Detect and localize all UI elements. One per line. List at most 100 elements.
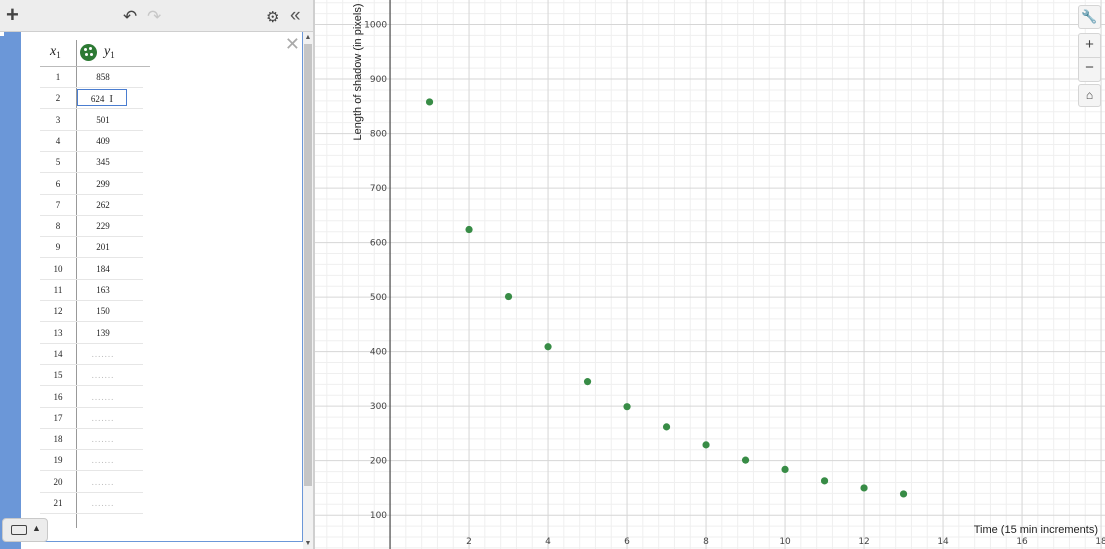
y-cell[interactable]: .......: [77, 477, 129, 487]
x-cell[interactable]: 16: [40, 392, 76, 402]
y-cell[interactable]: 150: [77, 306, 129, 316]
table-row: 9 201: [40, 237, 143, 259]
expression-toolbar: + ↶ ↷ ⚙ «: [0, 0, 313, 32]
y-cell[interactable]: .......: [77, 455, 129, 465]
y-cell[interactable]: 163: [77, 285, 129, 295]
y-tick-labels: 100 200 300 400 500 600 700 800 900 1000: [364, 21, 387, 522]
y-cell[interactable]: 345: [77, 157, 129, 167]
data-point[interactable]: [425, 98, 434, 106]
x-cell[interactable]: 6: [40, 179, 76, 189]
x-cell[interactable]: 2: [40, 93, 76, 103]
x-cell[interactable]: 12: [40, 306, 76, 316]
graph-canvas[interactable]: 2 4 6 8 10 12 14 16 18 100 200 300 400 500 600 700 800 9…: [315, 0, 1105, 549]
table-row: 18.......: [40, 429, 143, 451]
table-header-y[interactable]: y1: [104, 44, 115, 60]
y-cell[interactable]: 299: [77, 179, 129, 189]
text-cursor-icon: I: [109, 93, 114, 106]
table-header-x[interactable]: x1: [50, 44, 61, 60]
y-cell[interactable]: .......: [77, 434, 129, 444]
data-points: [425, 98, 908, 498]
data-point[interactable]: [741, 456, 750, 464]
y-cell[interactable]: 139: [77, 328, 129, 338]
undo-icon[interactable]: ↶: [123, 6, 137, 28]
scrollbar-thumb[interactable]: [304, 44, 312, 486]
graph-settings-button[interactable]: 🔧: [1078, 5, 1101, 29]
y-cell[interactable]: 858: [77, 72, 129, 82]
keypad-toggle-button[interactable]: ▲: [2, 518, 48, 542]
scroll-up-icon[interactable]: ▲: [303, 34, 313, 41]
y-cell[interactable]: .......: [77, 370, 129, 380]
redo-icon[interactable]: ↷: [147, 6, 161, 28]
x-cell[interactable]: 19: [40, 455, 76, 465]
x-axis-label: Time (15 min increments): [974, 524, 1098, 536]
table-row: 15.......: [40, 365, 143, 387]
x-cell[interactable]: 21: [40, 498, 76, 508]
y-cell[interactable]: 184: [77, 264, 129, 274]
y-cell[interactable]: .......: [77, 349, 129, 359]
table-row: 19.......: [40, 450, 143, 472]
x-cell[interactable]: 9: [40, 242, 76, 252]
data-point[interactable]: [465, 225, 473, 234]
y-tick-label: 500: [370, 293, 387, 303]
table-row: 4 409: [40, 131, 143, 152]
panel-scrollbar[interactable]: ▲ ▼: [303, 32, 313, 549]
x-cell[interactable]: 20: [40, 477, 76, 487]
data-point[interactable]: [702, 441, 710, 449]
x-cell[interactable]: 14: [40, 349, 76, 359]
x-cell[interactable]: 1: [40, 72, 76, 82]
expression-panel: ✕ x1 y1 1 858 2 624 I 3 501 4 409 5 345 6 299 7 262 8 22…: [0, 32, 313, 549]
data-point[interactable]: [820, 477, 829, 485]
default-viewport-button[interactable]: ⌂: [1078, 84, 1101, 107]
x-cell[interactable]: 17: [40, 413, 76, 423]
x-tick-label: 12: [858, 537, 869, 547]
x-cell[interactable]: 15: [40, 370, 76, 380]
x-cell[interactable]: 3: [40, 115, 76, 125]
minor-gridlines: [315, 0, 1105, 549]
x-cell[interactable]: 11: [40, 285, 76, 295]
double-chevron-left-icon[interactable]: «: [290, 5, 301, 27]
data-point[interactable]: [781, 465, 789, 474]
zoom-out-button[interactable]: −: [1078, 57, 1101, 82]
y-cell[interactable]: 262: [77, 200, 129, 210]
x-cell[interactable]: 7: [40, 200, 76, 210]
x-cell[interactable]: 18: [40, 434, 76, 444]
y-cell[interactable]: .......: [77, 498, 129, 508]
data-point[interactable]: [899, 490, 908, 498]
scroll-down-icon[interactable]: ▼: [303, 540, 313, 547]
data-point[interactable]: [583, 378, 592, 386]
x-cell[interactable]: 5: [40, 157, 76, 167]
y-tick-label: 700: [370, 184, 387, 194]
data-point[interactable]: [504, 292, 513, 301]
x-cell[interactable]: 4: [40, 136, 76, 146]
y-cell[interactable]: 409: [77, 136, 129, 146]
y-cell[interactable]: 501: [77, 115, 129, 125]
y-cell[interactable]: 201: [77, 242, 129, 252]
home-icon: ⌂: [1085, 88, 1094, 102]
y-cell[interactable]: 229: [77, 221, 129, 231]
table-row: 3 501: [40, 110, 143, 131]
plus-icon[interactable]: +: [6, 4, 19, 26]
data-point[interactable]: [544, 343, 552, 351]
x-tick-label: 2: [466, 537, 472, 547]
x-cell[interactable]: 10: [40, 264, 76, 274]
y-cell[interactable]: 624 I: [77, 89, 127, 107]
data-point[interactable]: [860, 484, 868, 492]
x-cell[interactable]: 8: [40, 221, 76, 231]
x-tick-label: 14: [937, 537, 949, 547]
y-tick-label: 300: [370, 402, 387, 412]
data-point[interactable]: [623, 403, 631, 411]
y-cell[interactable]: .......: [77, 413, 129, 423]
x-cell[interactable]: 13: [40, 328, 76, 338]
zoom-in-button[interactable]: +: [1078, 33, 1101, 58]
expression-selection-strip[interactable]: [0, 32, 21, 549]
table-row: 20.......: [40, 472, 143, 493]
y-tick-label: 400: [370, 348, 387, 358]
y-tick-label: 600: [370, 239, 387, 249]
point-style-icon[interactable]: [80, 44, 97, 61]
gear-icon[interactable]: ⚙: [266, 7, 279, 29]
data-point[interactable]: [662, 423, 671, 431]
wrench-icon: 🔧: [1081, 9, 1098, 24]
y-cell[interactable]: .......: [77, 392, 129, 402]
close-icon[interactable]: ✕: [285, 34, 300, 55]
x-tick-label: 18: [1095, 537, 1105, 547]
